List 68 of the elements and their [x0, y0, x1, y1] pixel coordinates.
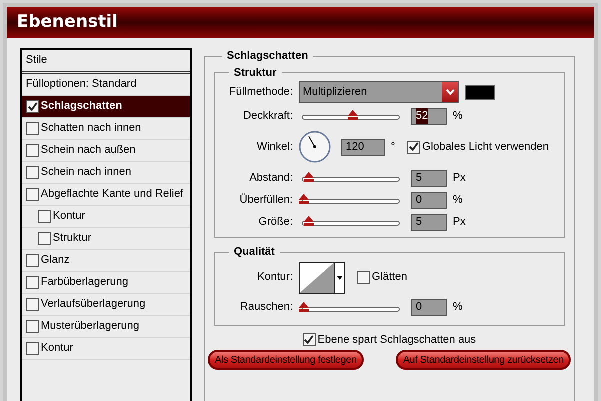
style-item[interactable]: Struktur [22, 228, 190, 250]
style-item[interactable]: Musterüberlagerung [22, 316, 190, 338]
value-field[interactable]: 120 [341, 138, 385, 156]
checkbox[interactable] [26, 320, 39, 333]
style-item[interactable]: Abgeflachte Kante und Relief [22, 184, 190, 206]
slider-thumb[interactable] [299, 194, 309, 204]
style-item[interactable]: Verlaufsüberlagerung [22, 294, 190, 316]
style-item[interactable]: Kontur [22, 338, 190, 360]
action-button[interactable]: Als Standardeinstellung festlegen [208, 350, 364, 370]
checkbox[interactable] [357, 271, 370, 284]
checkbox[interactable] [38, 210, 51, 223]
checkbox[interactable] [26, 342, 39, 355]
chevron-down-icon [446, 88, 454, 96]
checkbox[interactable] [26, 276, 39, 289]
color-swatch[interactable] [465, 84, 495, 100]
slider-thumb[interactable] [304, 216, 314, 226]
value-field[interactable]: 5 [411, 170, 447, 186]
style-item[interactable]: Schein nach außen [22, 140, 190, 162]
field-label: Größe: [258, 214, 293, 230]
group-title: Schlagschatten [226, 49, 310, 64]
field-label: Überfüllen: [238, 192, 293, 208]
field-label: Winkel: [256, 140, 293, 155]
unit-label: Px [453, 214, 466, 230]
slider-thumb[interactable] [299, 302, 309, 312]
checkbox-label: Glätten [372, 270, 408, 286]
style-item[interactable]: Kontur [22, 206, 190, 228]
checkbox[interactable] [26, 254, 39, 267]
style-item[interactable]: Schlagschatten [22, 96, 190, 118]
value-field[interactable]: 52 [411, 108, 447, 124]
unit-label: % [453, 300, 463, 316]
style-item[interactable]: Glanz [22, 250, 190, 272]
style-item[interactable]: Farbüberlagerung [22, 272, 190, 294]
action-button[interactable]: Auf Standardeinstellung zurücksetzen [396, 350, 571, 370]
window-title: Ebenenstil [17, 10, 118, 34]
value-field[interactable]: 5 [411, 214, 447, 230]
value-field[interactable]: 0 [411, 192, 447, 208]
checkbox-label: Ebene spart Schlagschatten aus [318, 332, 476, 348]
contour-picker[interactable] [299, 262, 345, 294]
style-item[interactable]: Schatten nach innen [22, 118, 190, 140]
checkbox[interactable] [26, 166, 39, 179]
checkbox[interactable] [407, 140, 420, 154]
field-label: Rauschen: [239, 300, 293, 316]
checkbox[interactable] [302, 333, 316, 346]
checkbox[interactable] [26, 298, 39, 311]
angle-dial[interactable] [299, 131, 331, 163]
field-label: Kontur: [256, 270, 293, 286]
list-header: Stile [22, 50, 190, 74]
group-title: Qualität [233, 245, 276, 260]
checkbox[interactable] [26, 188, 39, 201]
checkbox[interactable] [26, 122, 39, 135]
unit-label: Px [453, 170, 466, 186]
unit-label: % [453, 192, 463, 208]
unit-label: % [453, 108, 463, 124]
checkbox[interactable] [26, 100, 39, 113]
blend-mode-dropdown[interactable]: Multiplizieren [299, 81, 459, 103]
field-label: Abstand: [248, 170, 293, 186]
slider-thumb[interactable] [304, 172, 314, 182]
caret-icon [336, 276, 342, 280]
field-label: Füllmethode: [228, 84, 293, 100]
slider-thumb[interactable] [348, 110, 358, 120]
checkbox[interactable] [26, 144, 39, 157]
field-label: Deckkraft: [242, 108, 293, 124]
checkbox-label: Globales Licht verwenden [422, 140, 549, 155]
value-field[interactable]: 0 [411, 299, 447, 316]
group-title: Struktur [233, 66, 278, 80]
style-item[interactable]: Schein nach innen [22, 162, 190, 184]
checkbox[interactable] [38, 232, 51, 245]
unit-label: ° [391, 140, 396, 155]
